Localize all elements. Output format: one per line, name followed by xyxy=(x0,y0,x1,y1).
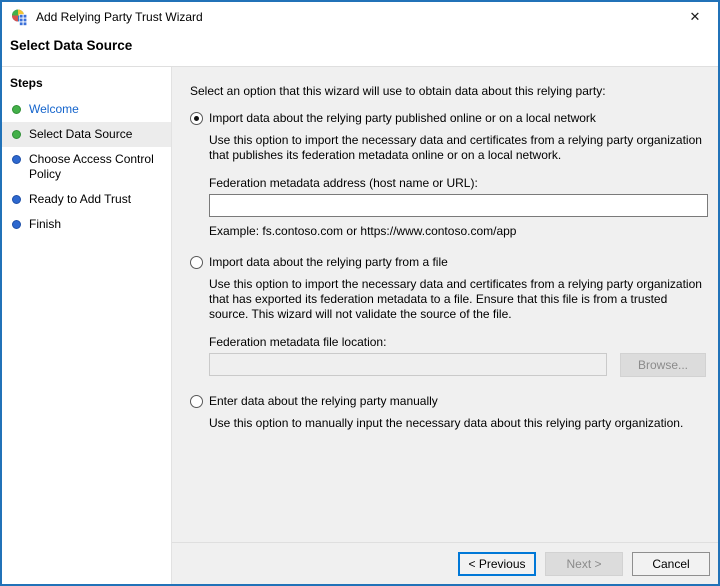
cancel-button[interactable]: Cancel xyxy=(632,551,710,576)
radio-unselected-icon[interactable] xyxy=(190,256,203,269)
app-icon xyxy=(12,9,28,26)
metadata-address-input[interactable] xyxy=(209,194,708,217)
steps-title: Steps xyxy=(10,76,43,90)
metadata-file-input xyxy=(209,353,607,376)
step-todo-bullet-icon xyxy=(12,220,21,229)
sidebar-item-welcome[interactable]: Welcome xyxy=(2,97,171,122)
next-button: Next > xyxy=(545,551,623,576)
page-header: Select Data Source xyxy=(2,32,718,66)
wizard-content: Select an option that this wizard will u… xyxy=(172,67,718,542)
option-description: Use this option to manually input the ne… xyxy=(209,416,684,430)
radio-label[interactable]: Import data about the relying party publ… xyxy=(209,111,596,125)
step-label: Finish xyxy=(29,217,62,231)
window-title: Add Relying Party Trust Wizard xyxy=(36,10,203,24)
step-label: Welcome xyxy=(29,102,79,116)
wizard-button-bar: < Previous Next > Cancel xyxy=(172,542,718,584)
wizard-window: Add Relying Party Trust Wizard ✕ Select … xyxy=(0,0,720,586)
sidebar-item-ready-to-add-trust: Ready to Add Trust xyxy=(2,187,171,212)
step-todo-bullet-icon xyxy=(12,155,21,164)
radio-option-import-file[interactable]: Import data about the relying party from… xyxy=(190,255,706,269)
step-label: Ready to Add Trust xyxy=(29,192,132,206)
sidebar-item-choose-access-control-policy: Choose Access Control Policy xyxy=(2,147,171,187)
example-text: Example: fs.contoso.com or https://www.c… xyxy=(209,224,517,238)
radio-option-import-online[interactable]: Import data about the relying party publ… xyxy=(190,111,706,125)
radio-label[interactable]: Enter data about the relying party manua… xyxy=(209,394,438,408)
previous-button[interactable]: < Previous xyxy=(458,551,536,576)
option-description: Use this option to import the necessary … xyxy=(209,277,702,321)
step-done-bullet-icon xyxy=(12,105,21,114)
close-icon[interactable]: ✕ xyxy=(682,5,708,29)
browse-button: Browse... xyxy=(620,353,706,377)
radio-label[interactable]: Import data about the relying party from… xyxy=(209,255,448,269)
sidebar-item-select-data-source[interactable]: Select Data Source xyxy=(2,122,171,147)
radio-selected-icon[interactable] xyxy=(190,112,203,125)
step-label: Select Data Source xyxy=(29,127,133,141)
title-bar: Add Relying Party Trust Wizard ✕ xyxy=(2,2,718,32)
page-title: Select Data Source xyxy=(10,38,133,53)
intro-text: Select an option that this wizard will u… xyxy=(190,84,606,98)
radio-unselected-icon[interactable] xyxy=(190,395,203,408)
step-todo-bullet-icon xyxy=(12,195,21,204)
metadata-file-label: Federation metadata file location: xyxy=(209,335,387,349)
metadata-address-label: Federation metadata address (host name o… xyxy=(209,176,478,190)
step-done-bullet-icon xyxy=(12,130,21,139)
radio-option-enter-manually[interactable]: Enter data about the relying party manua… xyxy=(190,394,706,408)
steps-panel: Steps Welcome Select Data Source Choose … xyxy=(2,67,172,584)
step-label: Choose Access Control Policy xyxy=(29,152,154,181)
option-description: Use this option to import the necessary … xyxy=(209,133,702,162)
sidebar-item-finish: Finish xyxy=(2,212,171,237)
